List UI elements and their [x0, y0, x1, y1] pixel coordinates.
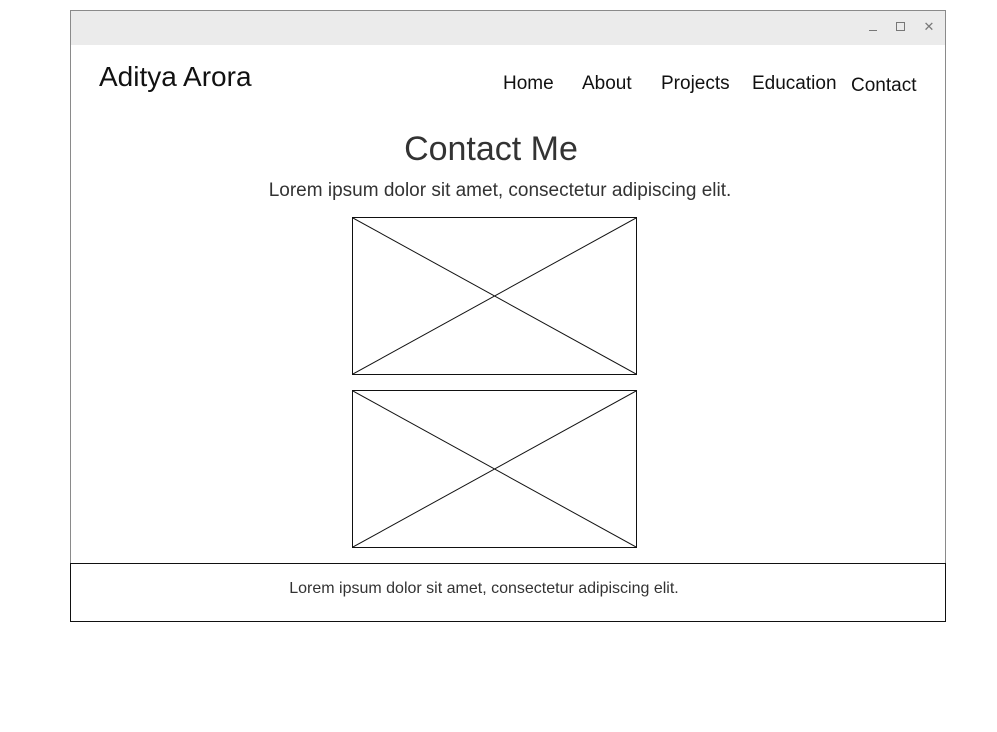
maximize-icon — [896, 22, 905, 31]
nav-about[interactable]: About — [582, 73, 632, 95]
window-titlebar: ✕ — [71, 11, 945, 45]
maximize-button[interactable] — [893, 19, 909, 35]
nav-contact[interactable]: Contact — [851, 75, 916, 97]
browser-window: ✕ Aditya Arora Home About Projects Educa… — [70, 10, 946, 622]
image-placeholder-icon — [353, 391, 636, 547]
image-placeholder-icon — [353, 218, 636, 374]
minimize-icon — [869, 30, 877, 31]
image-placeholder-2 — [352, 390, 637, 548]
page-footer: Lorem ipsum dolor sit amet, consectetur … — [70, 563, 946, 622]
page-subtitle: Lorem ipsum dolor sit amet, consectetur … — [268, 180, 732, 201]
close-icon: ✕ — [923, 19, 935, 34]
main-nav: Home About Projects Education Contact — [71, 73, 945, 99]
footer-text: Lorem ipsum dolor sit amet, consectetur … — [289, 580, 679, 597]
nav-education[interactable]: Education — [752, 73, 837, 95]
nav-home[interactable]: Home — [503, 73, 554, 95]
nav-projects[interactable]: Projects — [661, 73, 730, 95]
image-placeholder-1 — [352, 217, 637, 375]
page-title: Contact Me — [404, 130, 578, 168]
minimize-button[interactable] — [865, 19, 881, 35]
close-button[interactable]: ✕ — [921, 19, 937, 35]
